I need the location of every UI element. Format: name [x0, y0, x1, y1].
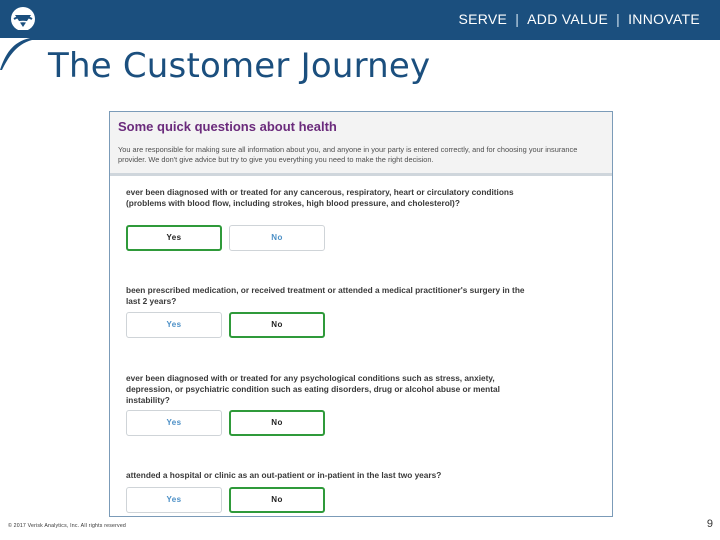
question-1-text: ever been diagnosed with or treated for … [126, 187, 514, 208]
question-3-no-button[interactable]: No [229, 410, 325, 436]
tagline-separator: | [515, 11, 520, 27]
company-logo-icon [11, 7, 35, 31]
question-1-yes-button[interactable]: Yes [126, 225, 222, 251]
question-3-text: ever been diagnosed with or treated for … [126, 373, 500, 405]
question-3-yes-button[interactable]: Yes [126, 410, 222, 436]
tagline-innovate: INNOVATE [628, 11, 700, 27]
question-4-text: attended a hospital or clinic as an out-… [126, 470, 442, 480]
panel-header: Some quick questions about health You ar… [110, 112, 612, 176]
tagline-separator: | [616, 11, 621, 27]
question-4-yes-button[interactable]: Yes [126, 487, 222, 513]
tagline-add-value: ADD VALUE [527, 11, 609, 27]
question-2-yes-button[interactable]: Yes [126, 312, 222, 338]
copyright-footer: © 2017 Verisk Analytics, Inc. All rights… [8, 523, 126, 529]
question-2-no-button[interactable]: No [229, 312, 325, 338]
question-1-no-button[interactable]: No [229, 225, 325, 251]
question-2-text: been prescribed medication, or received … [126, 285, 525, 306]
health-questions-panel: Some quick questions about health You ar… [109, 111, 613, 517]
panel-intro-text: You are responsible for making sure all … [118, 145, 578, 164]
question-4-no-button[interactable]: No [229, 487, 325, 513]
page-title: The Customer Journey [48, 46, 431, 86]
tagline-serve: SERVE [458, 11, 508, 27]
page-number: 9 [706, 518, 713, 530]
tagline: SERVE | ADD VALUE | INNOVATE [458, 11, 700, 27]
panel-title: Some quick questions about health [118, 119, 337, 134]
